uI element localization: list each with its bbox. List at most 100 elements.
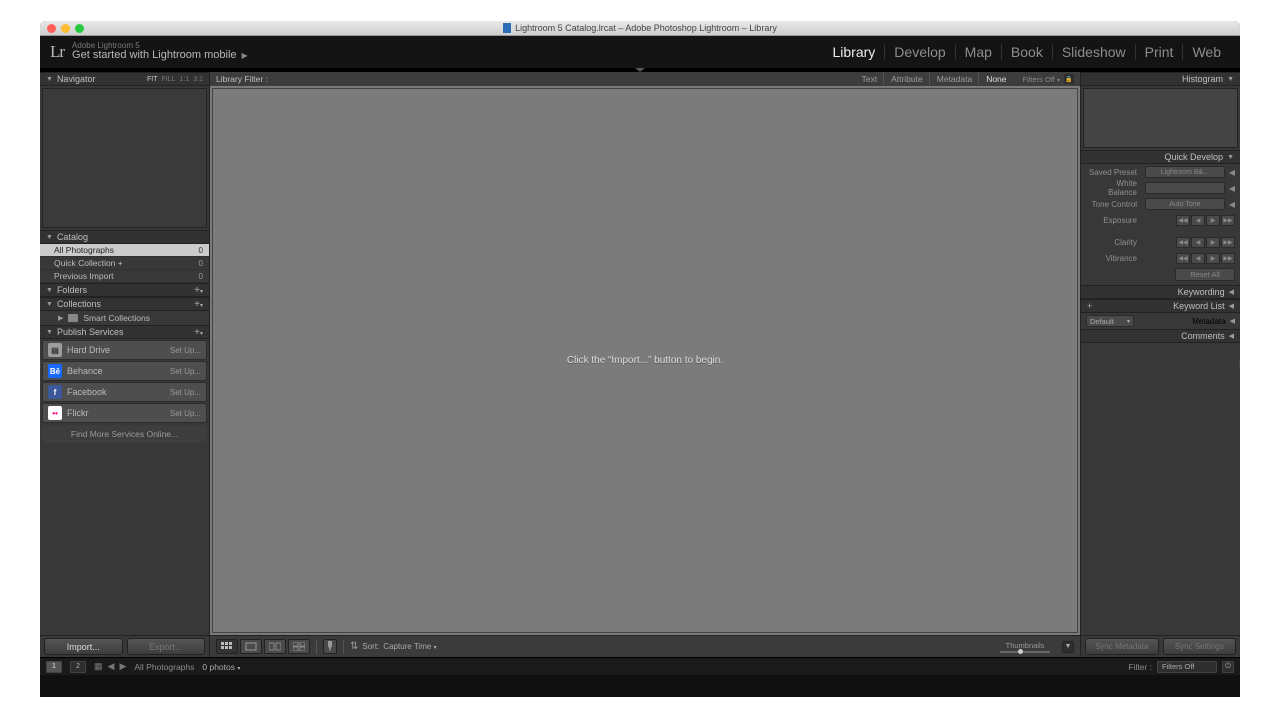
disclosure-icon: ▼ <box>46 329 53 336</box>
module-develop[interactable]: Develop <box>885 44 955 60</box>
publish-service-behance[interactable]: BēBehanceSet Up... <box>42 361 207 381</box>
filter-tab-text[interactable]: Text <box>855 73 884 85</box>
thumbnail-size-slider[interactable]: Thumbnails <box>1000 641 1050 653</box>
auto-tone-button[interactable]: Auto Tone <box>1145 198 1225 210</box>
keywording-header[interactable]: Keywording ◀ <box>1081 285 1240 299</box>
loupe-view-button[interactable] <box>240 639 262 654</box>
disclosure-icon: ◀ <box>1229 332 1234 340</box>
filter-switch-icon[interactable]: ⏻ <box>1222 661 1234 673</box>
document-icon <box>503 23 511 33</box>
hdd-icon: ▤ <box>48 343 62 357</box>
secondary-display-button[interactable]: 2 <box>70 661 86 673</box>
publish-header[interactable]: ▼ Publish Services +▾ <box>40 325 209 339</box>
filter-lock-icon[interactable]: 🔒 <box>1064 74 1074 84</box>
module-slideshow[interactable]: Slideshow <box>1053 44 1136 60</box>
zoom-fill[interactable]: FILL <box>162 76 176 83</box>
nav-back-button[interactable]: ◀ <box>108 661 115 672</box>
reset-all-button[interactable]: Reset All <box>1175 268 1235 281</box>
expand-icon[interactable]: ◀ <box>1229 200 1235 209</box>
publish-service-flickr[interactable]: ••FlickrSet Up... <box>42 403 207 423</box>
filmstrip-breadcrumb[interactable]: All Photographs <box>134 662 194 672</box>
grid-view[interactable]: Click the “Import...” button to begin. <box>212 88 1078 633</box>
top-panel-grabber[interactable] <box>40 68 1240 72</box>
find-more-services-button[interactable]: Find More Services Online... <box>42 425 207 443</box>
folders-title: Folders <box>57 285 87 295</box>
sync-settings-button[interactable]: Sync Settings <box>1163 638 1237 655</box>
navigator-preview[interactable] <box>42 88 207 228</box>
export-button[interactable]: Export... <box>127 638 206 655</box>
comments-header[interactable]: Comments ◀ <box>1081 329 1240 343</box>
add-collection-button[interactable]: +▾ <box>194 299 203 310</box>
filter-tab-metadata[interactable]: Metadata <box>931 73 979 85</box>
zoom-fit[interactable]: FIT <box>147 76 158 83</box>
add-keyword-button[interactable]: + <box>1087 301 1092 311</box>
mobile-tagline[interactable]: Get started with Lightroom mobile <box>72 50 236 62</box>
navigator-header[interactable]: ▼ Navigator FITFILL1:13:1 <box>40 72 209 86</box>
module-print[interactable]: Print <box>1136 44 1184 60</box>
toolbar-options-button[interactable]: ▼ <box>1062 641 1074 653</box>
app-window: Lightroom 5 Catalog.lrcat – Adobe Photos… <box>40 21 1240 697</box>
disclosure-icon: ◀ <box>1230 317 1235 325</box>
import-button[interactable]: Import... <box>44 638 123 655</box>
compare-view-button[interactable] <box>264 639 286 654</box>
histogram-body <box>1083 88 1238 148</box>
add-publish-button[interactable]: +▾ <box>194 327 203 338</box>
add-folder-button[interactable]: +▾ <box>194 285 203 296</box>
clarity-stepper[interactable]: ◀◀◀▶▶▶ <box>1176 237 1235 248</box>
sort-direction-button[interactable]: ⇅ <box>350 641 358 652</box>
expand-icon[interactable]: ◀ <box>1229 168 1235 177</box>
collections-header[interactable]: ▼ Collections +▾ <box>40 297 209 311</box>
setup-link[interactable]: Set Up... <box>170 409 201 418</box>
setup-link[interactable]: Set Up... <box>170 346 201 355</box>
module-book[interactable]: Book <box>1002 44 1053 60</box>
catalog-item[interactable]: Previous Import0 <box>40 270 209 283</box>
filters-off-label[interactable]: Filters Off ▾ <box>1023 75 1060 84</box>
saved-preset-menu[interactable]: Lightroom B&... <box>1145 166 1225 178</box>
painter-tool-button[interactable] <box>323 639 337 654</box>
quick-develop-title: Quick Develop <box>1165 152 1224 162</box>
keyword-list-header[interactable]: + Keyword List ◀ <box>1081 299 1240 313</box>
histogram-title: Histogram <box>1182 74 1223 84</box>
publish-service-hdd[interactable]: ▤Hard DriveSet Up... <box>42 340 207 360</box>
sort-menu[interactable]: Capture Time ▾ <box>383 642 436 651</box>
publish-service-facebook[interactable]: fFacebookSet Up... <box>42 382 207 402</box>
comments-title: Comments <box>1181 331 1225 341</box>
filter-tab-attribute[interactable]: Attribute <box>885 73 930 85</box>
primary-display-button[interactable]: 1 <box>46 661 62 673</box>
catalog-item[interactable]: All Photographs0 <box>40 244 209 257</box>
publish-title: Publish Services <box>57 327 124 337</box>
vibrance-stepper[interactable]: ◀◀◀▶▶▶ <box>1176 253 1235 264</box>
grid-shortcut-icon[interactable]: ▦ <box>94 661 103 672</box>
folders-header[interactable]: ▼ Folders +▾ <box>40 283 209 297</box>
exposure-stepper[interactable]: ◀◀◀▶▶▶ <box>1176 215 1235 226</box>
smart-collections-row[interactable]: ▶ Smart Collections <box>40 311 209 325</box>
metadata-preset-menu[interactable]: Default▾ <box>1086 315 1134 327</box>
filter-bar-label: Library Filter : <box>216 74 268 84</box>
disclosure-icon: ▼ <box>46 287 53 294</box>
catalog-header[interactable]: ▼ Catalog <box>40 230 209 244</box>
setup-link[interactable]: Set Up... <box>170 367 201 376</box>
catalog-item[interactable]: Quick Collection +0 <box>40 257 209 270</box>
sync-metadata-button[interactable]: Sync Metadata <box>1085 638 1159 655</box>
module-map[interactable]: Map <box>956 44 1002 60</box>
module-web[interactable]: Web <box>1183 44 1230 60</box>
exposure-label: Exposure <box>1086 216 1141 225</box>
zoom-3-1[interactable]: 3:1 <box>193 76 203 83</box>
nav-forward-button[interactable]: ▶ <box>119 661 126 672</box>
setup-link[interactable]: Set Up... <box>170 388 201 397</box>
catalog-title: Catalog <box>57 232 88 242</box>
app-logo: Lr <box>50 42 64 62</box>
histogram-header[interactable]: Histogram ▼ <box>1081 72 1240 86</box>
survey-view-button[interactable] <box>288 639 310 654</box>
white-balance-menu[interactable] <box>1145 182 1225 194</box>
quick-develop-header[interactable]: Quick Develop ▼ <box>1081 150 1240 164</box>
module-library[interactable]: Library <box>824 44 886 60</box>
zoom-1-1[interactable]: 1:1 <box>180 76 190 83</box>
expand-icon[interactable]: ◀ <box>1229 184 1235 193</box>
filter-tab-none[interactable]: None <box>980 73 1012 85</box>
filmstrip[interactable] <box>40 675 1240 697</box>
grid-view-button[interactable] <box>216 639 238 654</box>
filmstrip-filter-menu[interactable]: Filters Off <box>1157 661 1217 673</box>
tone-control-label: Tone Control <box>1086 200 1141 209</box>
chevron-right-icon[interactable]: ▶ <box>242 52 248 60</box>
